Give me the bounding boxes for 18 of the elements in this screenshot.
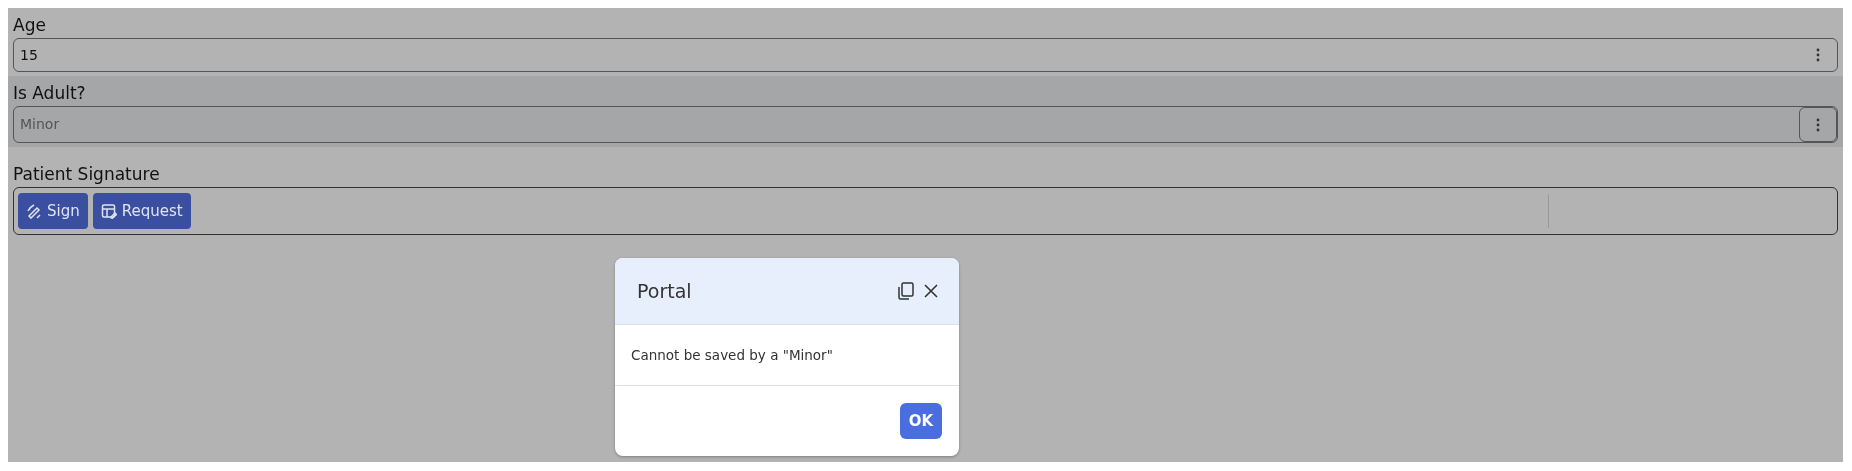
field-label: Patient Signature: [13, 163, 160, 186]
form-edit-icon: [100, 203, 117, 219]
pen-icon: [26, 203, 42, 219]
input-field: Minor: [13, 106, 1838, 143]
field-label: Is Adult?: [13, 82, 86, 105]
copy-button[interactable]: [897, 282, 915, 300]
copy-icon: [897, 282, 915, 300]
more-icon: [1816, 117, 1820, 132]
dialog-title: Portal: [637, 278, 693, 304]
dialog-message: Cannot be saved by a "Minor": [615, 325, 959, 386]
close-icon: [923, 283, 939, 299]
input-field[interactable]: 15: [13, 38, 1838, 72]
ok-button[interactable]: OK: [899, 403, 942, 439]
field-label: Age: [13, 14, 46, 37]
request-button[interactable]: Request: [92, 193, 191, 229]
close-button[interactable]: [923, 283, 939, 299]
sign-button[interactable]: Sign: [18, 193, 88, 229]
more-icon: [1816, 48, 1820, 62]
